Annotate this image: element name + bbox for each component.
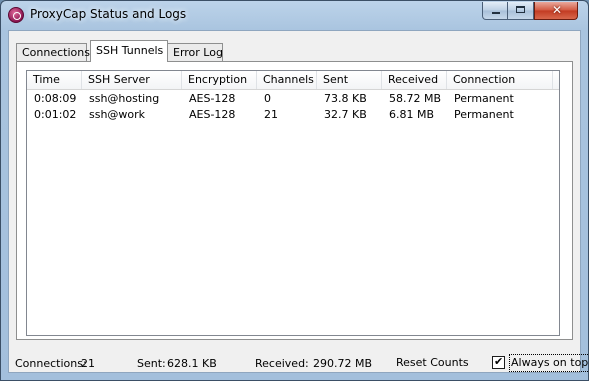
minimize-button[interactable]	[482, 2, 508, 20]
title-bar[interactable]: ProxyCap Status and Logs ✕	[1, 1, 588, 29]
sent-value: 628.1 KB	[167, 357, 217, 370]
checkbox-box[interactable]: ✔	[492, 355, 505, 369]
cell-connection: Permanent	[454, 108, 514, 121]
minimize-icon	[492, 12, 500, 14]
ssh-tunnels-list[interactable]: Time SSH Server Encryption Channels Sent…	[26, 70, 560, 336]
tab-connections[interactable]: Connections	[16, 43, 90, 61]
checkmark-icon: ✔	[494, 355, 504, 368]
cell-encryption: AES-128	[189, 108, 236, 121]
table-row[interactable]: 0:08:09 ssh@hosting AES-128 0 73.8 KB 58…	[27, 91, 559, 107]
maximize-button[interactable]	[508, 2, 534, 20]
cell-channels: 0	[264, 92, 271, 105]
always-on-top-label[interactable]: Always on top	[509, 354, 589, 372]
close-icon: ✕	[551, 3, 563, 17]
window-title: ProxyCap Status and Logs	[30, 7, 187, 21]
cell-sent: 73.8 KB	[324, 92, 367, 105]
cell-channels: 21	[264, 108, 278, 121]
received-value: 290.72 MB	[313, 357, 373, 370]
cell-ssh-server: ssh@hosting	[89, 92, 160, 105]
cell-ssh-server: ssh@work	[89, 108, 146, 121]
column-header-channels[interactable]: Channels	[257, 71, 317, 89]
maximize-icon	[516, 6, 525, 13]
received-label: Received:	[255, 357, 309, 370]
column-header-ssh-server[interactable]: SSH Server	[82, 71, 182, 89]
column-header-sent[interactable]: Sent	[317, 71, 382, 89]
tab-ssh-tunnels[interactable]: SSH Tunnels	[90, 40, 168, 62]
ssh-tunnels-panel: Time SSH Server Encryption Channels Sent…	[16, 61, 573, 340]
sent-label: Sent:	[137, 357, 166, 370]
column-header-received[interactable]: Received	[382, 71, 447, 89]
column-header-time[interactable]: Time	[27, 71, 82, 89]
tab-error-log[interactable]: Error Log	[167, 43, 223, 61]
main-window: ProxyCap Status and Logs ✕ Connections S…	[0, 0, 589, 381]
column-header-connection[interactable]: Connection	[447, 71, 553, 89]
table-row[interactable]: 0:01:02 ssh@work AES-128 21 32.7 KB 6.81…	[27, 107, 559, 123]
cell-sent: 32.7 KB	[324, 108, 367, 121]
connections-value: 21	[81, 357, 95, 370]
connections-label: Connections:	[15, 357, 87, 370]
cell-received: 58.72 MB	[389, 92, 442, 105]
status-bar: Connections: 21 Sent: 628.1 KB Received:…	[9, 354, 589, 374]
cell-received: 6.81 MB	[389, 108, 435, 121]
close-button[interactable]: ✕	[534, 2, 578, 20]
reset-counts-button[interactable]: Reset Counts	[392, 354, 473, 372]
cell-encryption: AES-128	[189, 92, 236, 105]
cell-time: 0:08:09	[34, 92, 77, 105]
list-header: Time SSH Server Encryption Channels Sent…	[27, 71, 559, 90]
column-header-encryption[interactable]: Encryption	[182, 71, 257, 89]
cell-time: 0:01:02	[34, 108, 77, 121]
window-client-area: Connections SSH Tunnels Error Log Time S…	[8, 30, 589, 374]
cell-connection: Permanent	[454, 92, 514, 105]
proxycap-app-icon[interactable]	[8, 7, 24, 23]
